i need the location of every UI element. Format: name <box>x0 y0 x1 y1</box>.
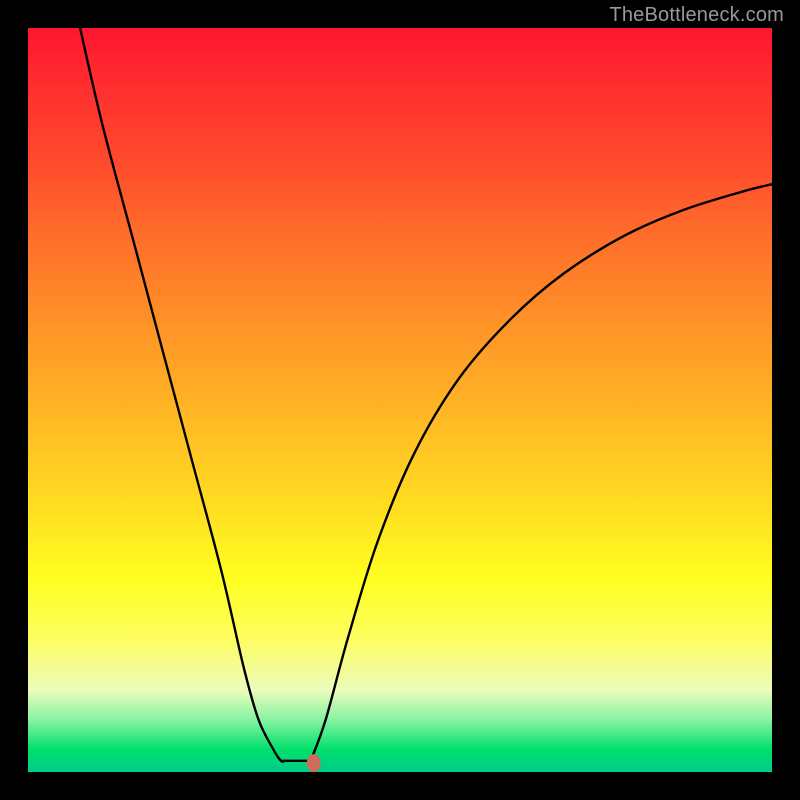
chart-curve-layer <box>28 28 772 772</box>
optimum-marker-icon <box>307 754 321 772</box>
bottleneck-curve <box>80 28 772 764</box>
watermark-label: TheBottleneck.com <box>609 4 784 27</box>
chart-frame: TheBottleneck.com <box>0 0 800 800</box>
